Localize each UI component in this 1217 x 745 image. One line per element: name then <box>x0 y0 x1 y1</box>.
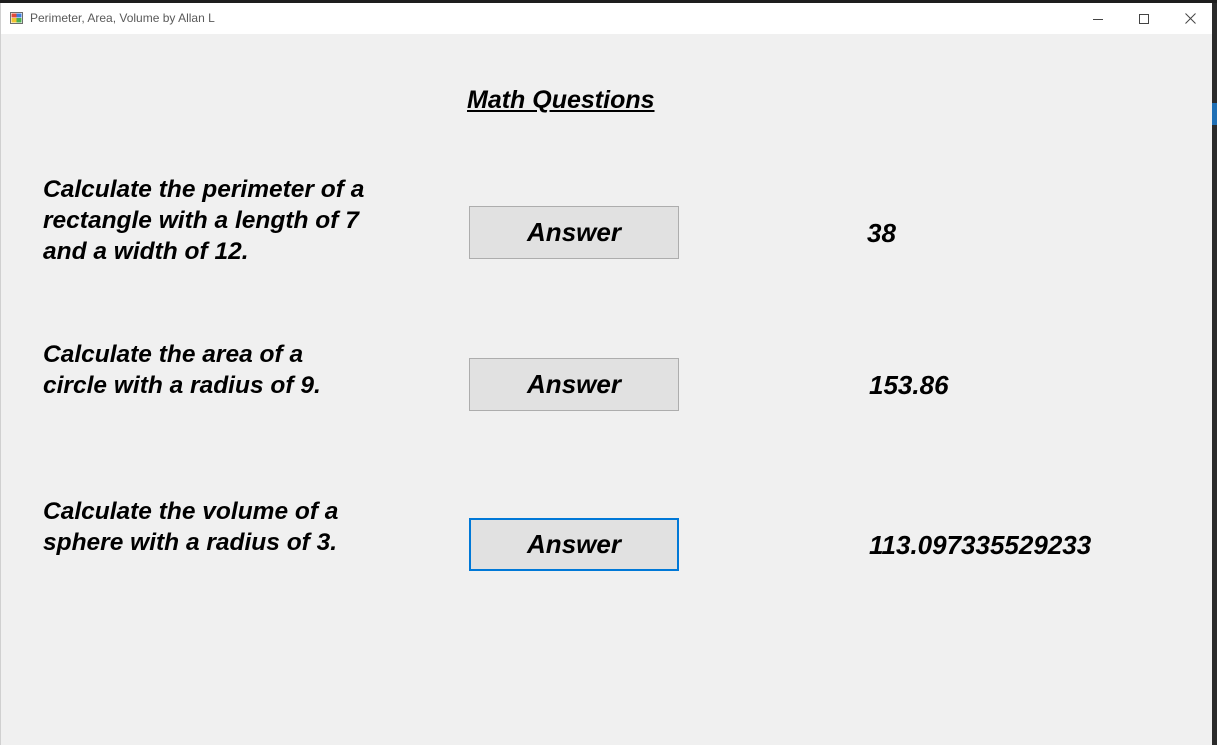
answer-volume-button[interactable]: Answer <box>469 518 679 571</box>
question-area: Calculate the area of a circle with a ra… <box>43 341 321 399</box>
result-area: 153.86 <box>869 370 949 400</box>
window-title: Perimeter, Area, Volume by Allan L <box>30 11 215 25</box>
minimize-icon <box>1093 18 1103 20</box>
result-volume: 113.097335529233 <box>869 530 1092 560</box>
result-perimeter: 38 <box>867 218 896 248</box>
question-perimeter: Calculate the perimeter of a rectangle w… <box>43 176 365 265</box>
maximize-icon <box>1139 13 1149 24</box>
answer-area-button[interactable]: Answer <box>469 358 679 411</box>
page-title: Math Questions <box>467 86 655 114</box>
form-app-icon[interactable] <box>10 11 23 24</box>
maximize-button[interactable] <box>1121 3 1167 34</box>
background-window-edge <box>1212 3 1217 745</box>
close-button[interactable] <box>1167 3 1213 34</box>
form-client-area: Math Questions Calculate the perimeter o… <box>1 34 1213 745</box>
title-bar[interactable]: Perimeter, Area, Volume by Allan L <box>1 3 1213 34</box>
minimize-button[interactable] <box>1075 3 1121 34</box>
app-window: Perimeter, Area, Volume by Allan L Math … <box>0 3 1213 745</box>
question-volume: Calculate the volume of a sphere with a … <box>43 498 339 556</box>
close-icon <box>1184 13 1196 24</box>
background-accent <box>1212 103 1217 125</box>
answer-perimeter-button[interactable]: Answer <box>469 206 679 259</box>
